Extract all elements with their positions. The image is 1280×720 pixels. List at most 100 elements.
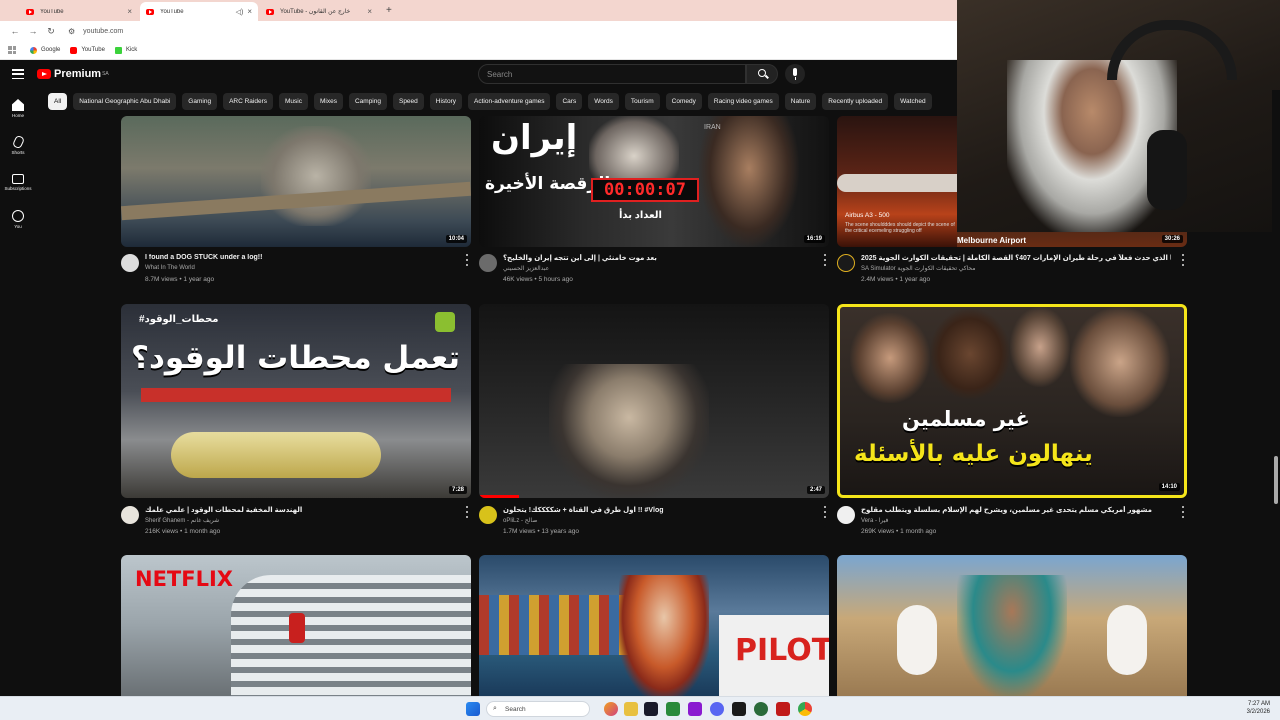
channel-avatar[interactable] — [837, 254, 855, 272]
chip[interactable]: Camping — [348, 93, 387, 110]
more-options-icon[interactable] — [465, 254, 469, 266]
new-tab-button[interactable]: + — [386, 5, 392, 16]
video-thumbnail[interactable] — [837, 555, 1187, 696]
channel-name[interactable]: عبدالعزيز الحسيني — [503, 265, 549, 272]
video-thumbnail[interactable]: 10:04 — [121, 116, 471, 247]
video-thumbnail[interactable]: PILOT — [479, 555, 829, 696]
app-icon[interactable] — [688, 702, 702, 716]
video-title[interactable]: I found a DOG STUCK under a log!! — [145, 254, 455, 261]
bookmark-youtube[interactable]: YouTube — [70, 46, 105, 54]
chip[interactable]: Music — [279, 93, 308, 110]
taskbar-search[interactable]: ⌕ Search — [486, 701, 590, 717]
browser-tab[interactable]: YouTube - خارج عن القانون × — [260, 2, 378, 21]
rail-item-shorts[interactable]: Shorts — [0, 127, 36, 164]
app-icon[interactable] — [754, 702, 768, 716]
person-image — [1070, 307, 1170, 417]
chip[interactable]: Words — [588, 93, 619, 110]
voice-search-button[interactable] — [785, 64, 805, 84]
page-scrollbar[interactable] — [1272, 90, 1280, 696]
video-thumbnail[interactable]: #محطات_الوقود كيف تعمل محطات الوقود؟ 7:2… — [121, 304, 471, 498]
discord-icon[interactable] — [710, 702, 724, 716]
video-title[interactable]: بعد موت خامنئي | إلى أين تتجه إيران والخ… — [503, 254, 813, 262]
bookmark-google[interactable]: Google — [30, 46, 60, 54]
chip[interactable]: Speed — [392, 93, 424, 110]
channel-avatar[interactable] — [121, 254, 139, 272]
chip[interactable]: Racing video games — [707, 93, 779, 110]
more-options-icon[interactable] — [465, 506, 469, 518]
more-options-icon[interactable] — [823, 506, 827, 518]
search-input[interactable]: Search — [478, 64, 746, 84]
forward-arrow-icon[interactable]: → — [24, 26, 42, 36]
chip[interactable]: Watched — [894, 93, 932, 110]
back-arrow-icon[interactable]: ← — [6, 26, 24, 36]
browser-tab-active[interactable]: YouTube ◁) × — [140, 2, 258, 21]
google-icon — [30, 46, 37, 54]
video-thumbnail[interactable]: 2:47 — [479, 304, 829, 498]
video-title[interactable]: اول طرق في القناة + شككككك! يتحلون !! #V… — [503, 506, 813, 514]
video-stats: 8.7M views • 1 year ago — [145, 276, 215, 283]
bookmark-kick[interactable]: Kick — [114, 46, 137, 54]
person-image — [1010, 307, 1070, 387]
channel-avatar[interactable] — [479, 254, 497, 272]
close-tab-icon[interactable]: × — [247, 7, 252, 16]
chip[interactable]: Cars — [556, 93, 583, 110]
chip[interactable]: National Geographic Abu Dhabi — [73, 93, 177, 110]
app-icon[interactable] — [776, 702, 790, 716]
video-title[interactable]: ما الذي حدث فعلاً في رحلة طيران الإمارات… — [861, 254, 1171, 262]
chip[interactable]: ARC Raiders — [223, 93, 273, 110]
chip[interactable]: History — [429, 93, 463, 110]
chip[interactable]: All — [48, 93, 68, 110]
channel-name[interactable]: SA Simulator محاكي تحقيقات الكوارث الجوي… — [861, 265, 976, 272]
hamburger-menu-icon[interactable] — [12, 69, 24, 79]
steam-icon[interactable] — [644, 702, 658, 716]
channel-name[interactable]: Sherif Ghanem - شريف غانم — [145, 517, 219, 524]
chip[interactable]: Mixes — [313, 93, 343, 110]
apps-grid-icon[interactable] — [8, 46, 16, 54]
more-options-icon[interactable] — [1181, 506, 1185, 518]
close-tab-icon[interactable]: × — [367, 7, 372, 16]
rail-item-home[interactable]: Home — [0, 90, 36, 127]
channel-avatar[interactable] — [479, 506, 497, 524]
chip[interactable]: Action-adventure games — [468, 93, 551, 110]
more-options-icon[interactable] — [1181, 254, 1185, 266]
home-icon — [12, 99, 24, 111]
more-options-icon[interactable] — [823, 254, 827, 266]
scrollbar-thumb[interactable] — [1274, 456, 1278, 504]
terminal-icon[interactable] — [732, 702, 746, 716]
channel-name[interactable]: Vera - فيرا — [861, 517, 888, 524]
thumbnail-caption: العداد بدأ — [619, 210, 662, 221]
chip[interactable]: Tourism — [624, 93, 660, 110]
channel-name[interactable]: oPliLz - صالح — [503, 517, 537, 524]
xbox-icon[interactable] — [666, 702, 680, 716]
video-thumbnail[interactable]: إيران والرقصة الأخيرة IRAN 00:00:07 العد… — [479, 116, 829, 247]
close-tab-icon[interactable]: × — [127, 7, 132, 16]
browser-tab[interactable]: YouTube × — [20, 2, 138, 21]
video-title[interactable]: مشهور أمريكي مسلم يتحدى غير مسلمين، ويشر… — [861, 506, 1171, 514]
video-thumbnail[interactable]: غير مسلمين ينهالون عليه بالأسئلة 14:10 — [837, 304, 1187, 498]
rail-item-you[interactable]: You — [0, 201, 36, 238]
youtube-premium-logo[interactable]: Premium SA — [37, 68, 109, 80]
site-settings-icon[interactable]: ⚙ — [68, 27, 75, 36]
taskbar-clock[interactable]: 7:27 AM 3/2/2026 — [1247, 700, 1270, 716]
search-button[interactable] — [746, 64, 778, 84]
video-thumbnail[interactable]: NETFLIX — [121, 555, 471, 696]
file-explorer-icon[interactable] — [624, 702, 638, 716]
chip[interactable]: Recently uploaded — [822, 93, 889, 110]
speaker-icon[interactable]: ◁) — [236, 8, 244, 16]
video-duration: 30:26 — [1161, 235, 1183, 243]
copilot-icon[interactable] — [604, 702, 618, 716]
video-duration: 10:04 — [445, 235, 467, 243]
chrome-icon[interactable] — [798, 702, 812, 716]
start-windows-icon[interactable] — [466, 702, 480, 716]
chip[interactable]: Nature — [784, 93, 817, 110]
chip[interactable]: Gaming — [182, 93, 218, 110]
chip[interactable]: Comedy — [665, 93, 702, 110]
reload-icon[interactable]: ↻ — [42, 26, 60, 37]
channel-avatar[interactable] — [121, 506, 139, 524]
url-field[interactable]: ⚙ youtube.com — [68, 27, 123, 36]
video-thumbnail[interactable]: Airbus A3 - 500 The scene shouldddes sho… — [837, 116, 957, 247]
video-title[interactable]: الهندسة المخفية لمحطات الوقود | علمي علم… — [145, 506, 455, 514]
channel-avatar[interactable] — [837, 506, 855, 524]
rail-item-subscriptions[interactable]: Subscriptions — [0, 164, 36, 201]
channel-name[interactable]: What In The World — [145, 265, 195, 271]
